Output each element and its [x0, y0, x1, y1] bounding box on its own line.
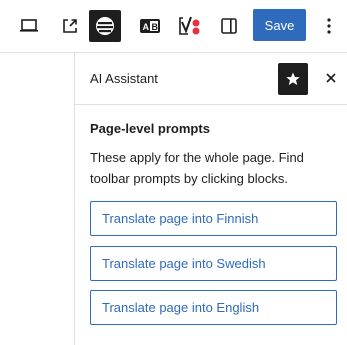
panel-header: AI Assistant	[75, 53, 347, 105]
view-page-button[interactable]	[54, 10, 86, 42]
sidebar-toggle-icon	[221, 18, 237, 34]
prompt-translate-english-button[interactable]: Translate page into English	[90, 290, 337, 325]
ai-assistant-toggle[interactable]	[89, 10, 121, 42]
settings-sidebar-toggle[interactable]	[213, 10, 245, 42]
panel-title: AI Assistant	[90, 71, 158, 86]
prompt-translate-swedish-button[interactable]: Translate page into Swedish	[90, 246, 337, 281]
ai-assistant-icon	[96, 17, 114, 35]
section-title: Page-level prompts	[90, 121, 210, 136]
svg-text:B: B	[152, 22, 159, 32]
external-link-icon	[63, 19, 77, 33]
more-options-icon	[327, 18, 331, 34]
svg-text:A: A	[143, 22, 150, 32]
yoast-icon	[179, 16, 200, 35]
translate-ab-icon: A B	[140, 19, 160, 33]
preview-device-button[interactable]	[13, 10, 45, 42]
laptop-icon	[20, 19, 38, 32]
star-icon	[286, 72, 300, 85]
more-options-button[interactable]	[315, 10, 343, 42]
yoast-seo-button[interactable]	[173, 10, 205, 42]
pin-panel-button[interactable]	[278, 63, 308, 95]
close-icon	[326, 73, 336, 83]
ai-assistant-panel: AI Assistant Page-level prompts These ap…	[75, 53, 347, 345]
close-panel-button[interactable]	[320, 67, 342, 89]
editor-toolbar: A B Save	[0, 0, 347, 52]
section-description: These apply for the whole page. Find too…	[90, 150, 304, 186]
translate-button[interactable]: A B	[134, 10, 166, 42]
save-button[interactable]: Save	[253, 9, 306, 41]
prompt-translate-finnish-button[interactable]: Translate page into Finnish	[90, 201, 337, 236]
